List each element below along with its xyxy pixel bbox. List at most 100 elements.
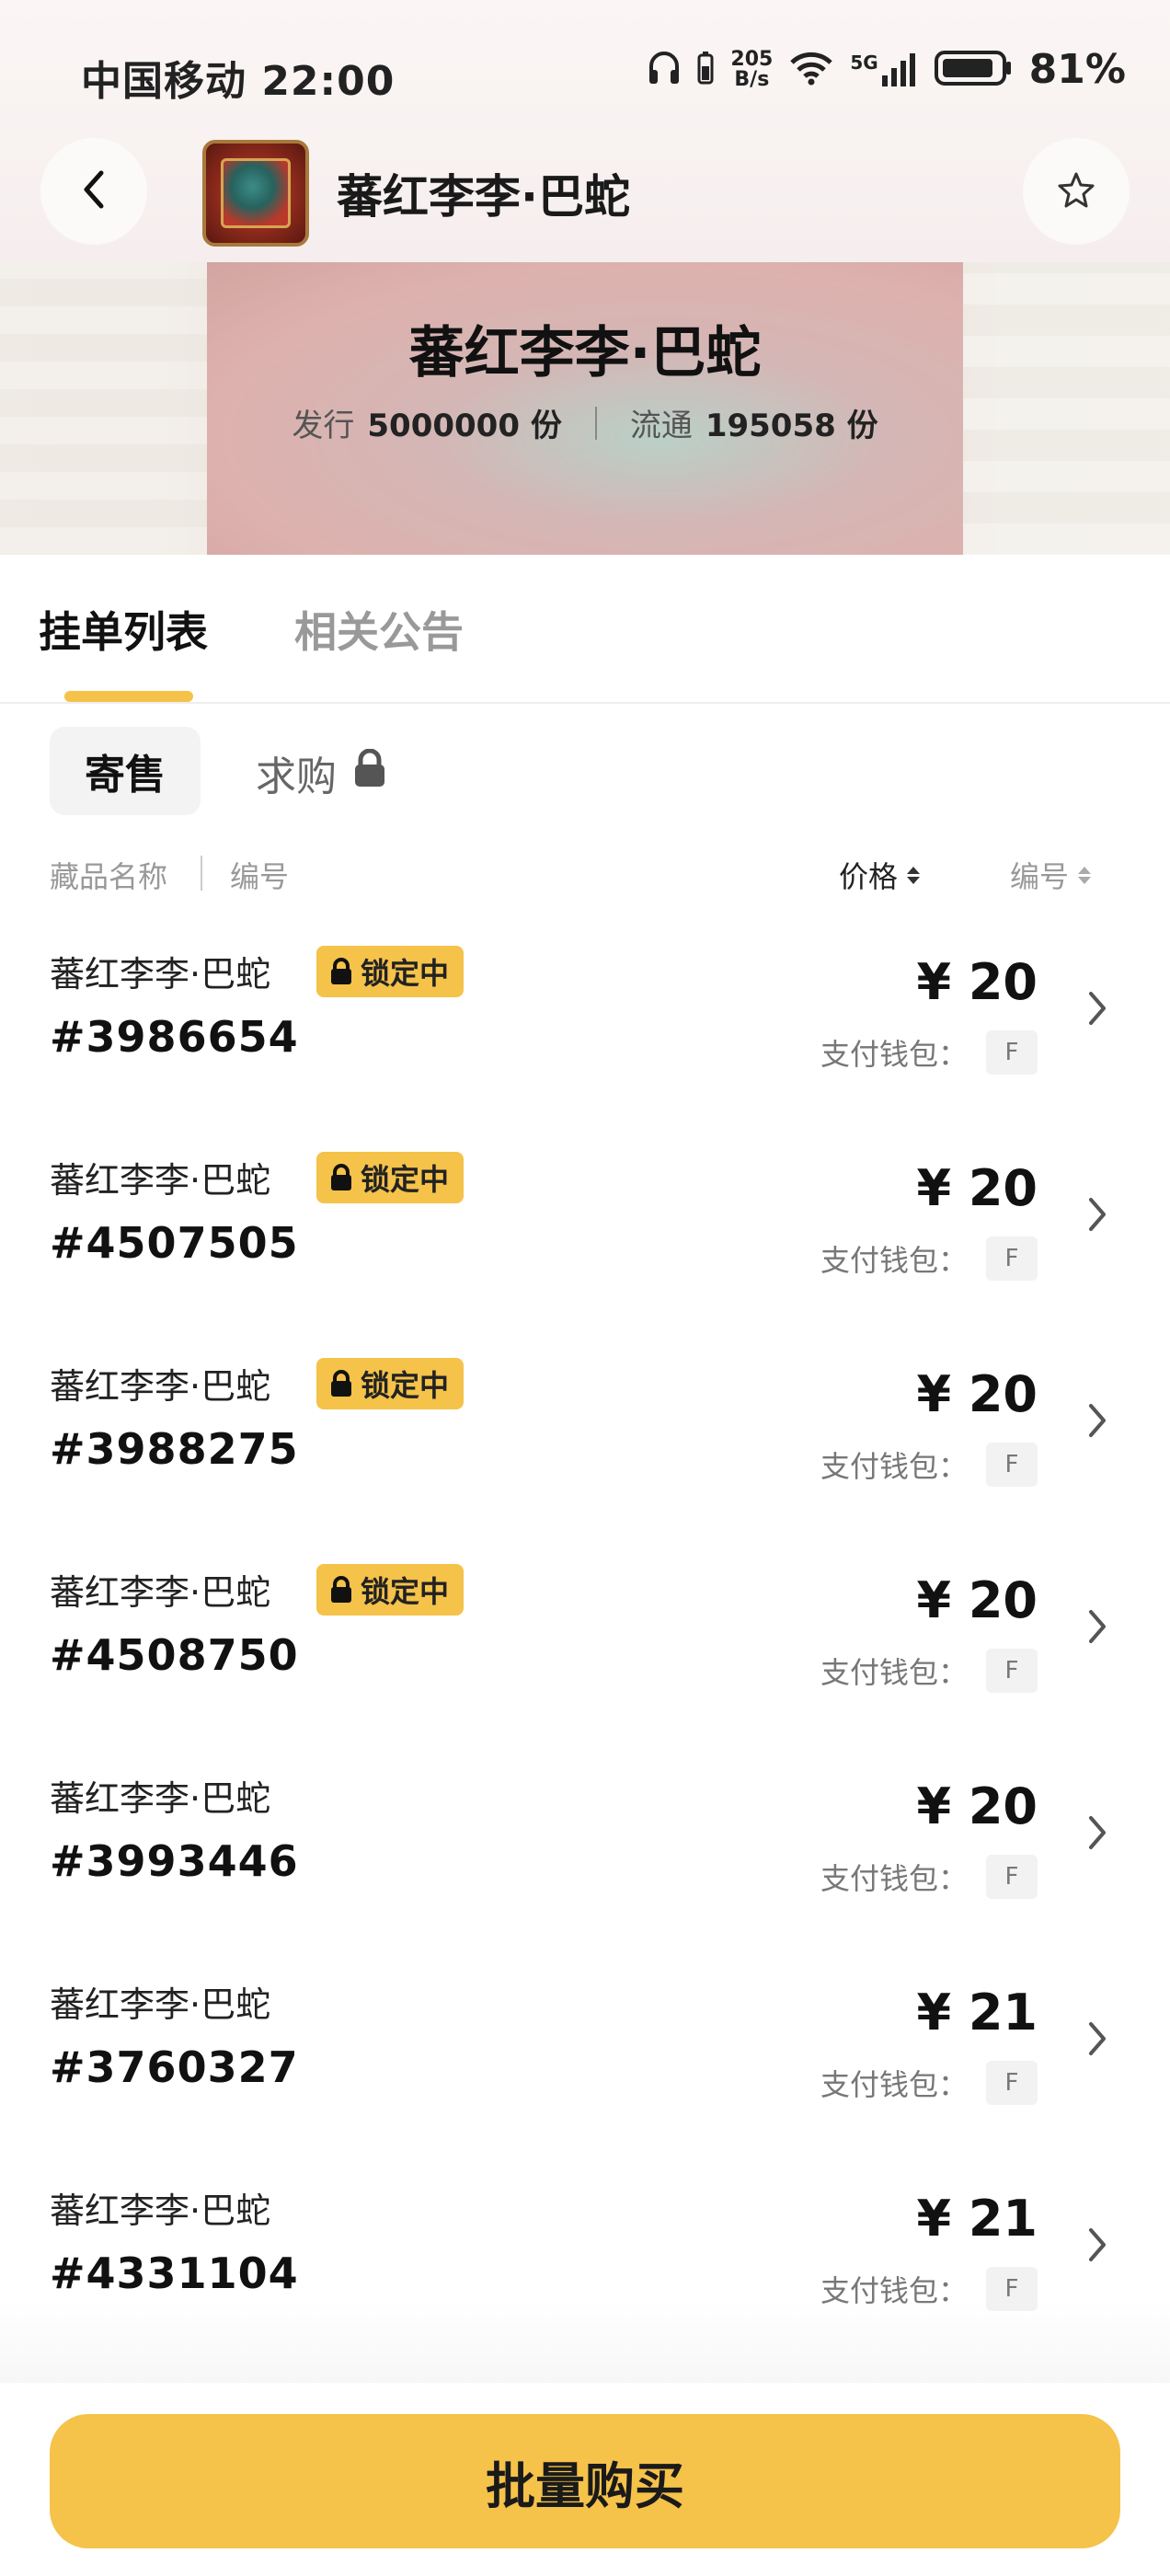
stats-divider	[594, 406, 597, 440]
listing-row[interactable]: 蕃红李李·巴蛇 锁定中 #4508750 ¥ 20 支付钱包： F	[0, 1538, 1170, 1744]
listing-serial: #4331104	[50, 2248, 299, 2298]
lock-icon	[331, 958, 351, 984]
filter-consignment[interactable]: 寄售	[50, 727, 201, 815]
bottom-action-bar: 批量购买	[0, 2383, 1170, 2576]
back-button[interactable]	[40, 138, 147, 245]
tab-bar: 挂单列表 相关公告	[0, 555, 1170, 704]
col-divider	[201, 856, 202, 891]
listing-row[interactable]: 蕃红李李·巴蛇 #3993446 ¥ 20 支付钱包： F	[0, 1744, 1170, 1950]
signal-label: 5G	[850, 51, 878, 74]
col-number: 编号	[230, 859, 290, 894]
listing-name: 蕃红李李·巴蛇	[50, 1984, 271, 2025]
listing-serial: #3993446	[50, 1836, 299, 1886]
listing-price: ¥ 20	[916, 1365, 1038, 1423]
sort-arrows-icon	[1078, 866, 1092, 884]
filter-purchase-request[interactable]: 求购	[256, 743, 388, 802]
chevron-right-icon	[1087, 990, 1107, 1030]
listing-serial: #4508750	[50, 1630, 299, 1680]
listing-price: ¥ 21	[916, 1984, 1038, 2041]
listing-price: ¥ 20	[916, 953, 1038, 1011]
listing-row[interactable]: 蕃红李李·巴蛇 锁定中 #3986654 ¥ 20 支付钱包： F	[0, 920, 1170, 1126]
listing-name: 蕃红李李·巴蛇	[50, 1366, 271, 1407]
wallet-tag: F	[986, 1030, 1038, 1075]
net-speed-value: 205	[730, 47, 774, 71]
sort-number-label: 编号	[1010, 859, 1070, 894]
wallet-label: 支付钱包：	[820, 1037, 968, 1072]
tab-announcements[interactable]: 相关公告	[294, 599, 464, 660]
locked-badge: 锁定中	[316, 946, 465, 997]
chevron-right-icon	[1087, 1196, 1107, 1236]
lock-icon	[331, 1370, 351, 1397]
listing-price: ¥ 20	[916, 1159, 1038, 1217]
sort-price-label: 价格	[839, 859, 899, 894]
listing-name: 蕃红李李·巴蛇	[50, 954, 271, 995]
chevron-left-icon	[81, 169, 107, 213]
list-fade	[0, 2300, 1170, 2392]
nav-bar: 蕃红李李·巴蛇	[0, 138, 1170, 248]
sort-by-number[interactable]: 编号	[1010, 854, 1092, 896]
listing-serial: #4507505	[50, 1218, 299, 1268]
battery-percent: 81%	[1028, 46, 1126, 93]
listing-name: 蕃红李李·巴蛇	[50, 2191, 271, 2231]
sort-by-price[interactable]: 价格	[839, 854, 921, 896]
locked-label: 锁定中	[361, 956, 450, 991]
locked-badge: 锁定中	[316, 1358, 465, 1409]
listing-price: ¥ 20	[916, 1571, 1038, 1629]
lock-icon	[331, 1164, 351, 1190]
issue-value: 5000000 份	[367, 408, 562, 444]
lock-icon	[331, 1576, 351, 1603]
chevron-right-icon	[1087, 2226, 1107, 2267]
chevron-right-icon	[1087, 2020, 1107, 2061]
wifi-icon	[789, 51, 833, 89]
status-bar: 中国移动 22:00 205 B/s 5G 81%	[0, 0, 1170, 147]
sort-arrows-icon	[907, 866, 921, 884]
issue-label: 发行	[292, 408, 355, 444]
col-name: 藏品名称	[50, 859, 168, 894]
wallet-label: 支付钱包：	[820, 1861, 968, 1896]
headphones-icon	[648, 50, 681, 90]
listing-row[interactable]: 蕃红李李·巴蛇 #3760327 ¥ 21 支付钱包： F	[0, 1950, 1170, 2156]
net-speed: 205 B/s	[730, 47, 774, 91]
wallet-tag: F	[986, 1855, 1038, 1899]
net-speed-unit: B/s	[734, 67, 770, 91]
listing-name: 蕃红李李·巴蛇	[50, 1572, 271, 1613]
listing-name: 蕃红李李·巴蛇	[50, 1160, 271, 1201]
locked-badge: 锁定中	[316, 1152, 465, 1203]
wallet-label: 支付钱包：	[820, 1655, 968, 1690]
collection-thumbnail	[202, 140, 309, 247]
listing-row[interactable]: 蕃红李李·巴蛇 锁定中 #3988275 ¥ 20 支付钱包： F	[0, 1332, 1170, 1538]
lock-icon	[351, 748, 388, 798]
listing-type-filter: 寄售 求购	[0, 727, 1170, 819]
banner-stats: 发行 5000000 份 流通 195058 份	[0, 400, 1170, 445]
nav-title: 蕃红李李·巴蛇	[337, 170, 630, 224]
listing-name: 蕃红李李·巴蛇	[50, 1778, 271, 1819]
wallet-label: 支付钱包：	[820, 1449, 968, 1484]
chevron-right-icon	[1087, 1814, 1107, 1855]
chevron-right-icon	[1087, 1608, 1107, 1649]
star-icon	[1057, 170, 1095, 213]
wallet-label: 支付钱包：	[820, 2067, 968, 2102]
favorite-button[interactable]	[1023, 138, 1130, 245]
listing-price: ¥ 21	[916, 2190, 1038, 2248]
locked-label: 锁定中	[361, 1162, 450, 1197]
small-battery-icon	[697, 51, 714, 88]
chevron-right-icon	[1087, 1402, 1107, 1443]
listing-row[interactable]: 蕃红李李·巴蛇 锁定中 #4507505 ¥ 20 支付钱包： F	[0, 1126, 1170, 1332]
wallet-tag: F	[986, 1236, 1038, 1281]
collection-banner: 蕃红李李·巴蛇 发行 5000000 份 流通 195058 份	[0, 262, 1170, 555]
wallet-tag: F	[986, 1443, 1038, 1487]
listing-price: ¥ 20	[916, 1777, 1038, 1835]
payment-wallet: 支付钱包： F	[820, 1443, 1038, 1487]
wallet-tag: F	[986, 1649, 1038, 1693]
payment-wallet: 支付钱包： F	[820, 1030, 1038, 1075]
tab-listings[interactable]: 挂单列表	[39, 599, 208, 660]
circulation-label: 流通	[629, 408, 693, 444]
locked-label: 锁定中	[361, 1574, 450, 1609]
locked-badge: 锁定中	[316, 1564, 465, 1616]
listing-serial: #3986654	[50, 1012, 299, 1062]
payment-wallet: 支付钱包： F	[820, 1855, 1038, 1899]
wallet-label: 支付钱包：	[820, 1243, 968, 1278]
payment-wallet: 支付钱包： F	[820, 1649, 1038, 1693]
bulk-buy-button[interactable]: 批量购买	[50, 2414, 1120, 2548]
filter-purchase-label: 求购	[256, 753, 337, 800]
